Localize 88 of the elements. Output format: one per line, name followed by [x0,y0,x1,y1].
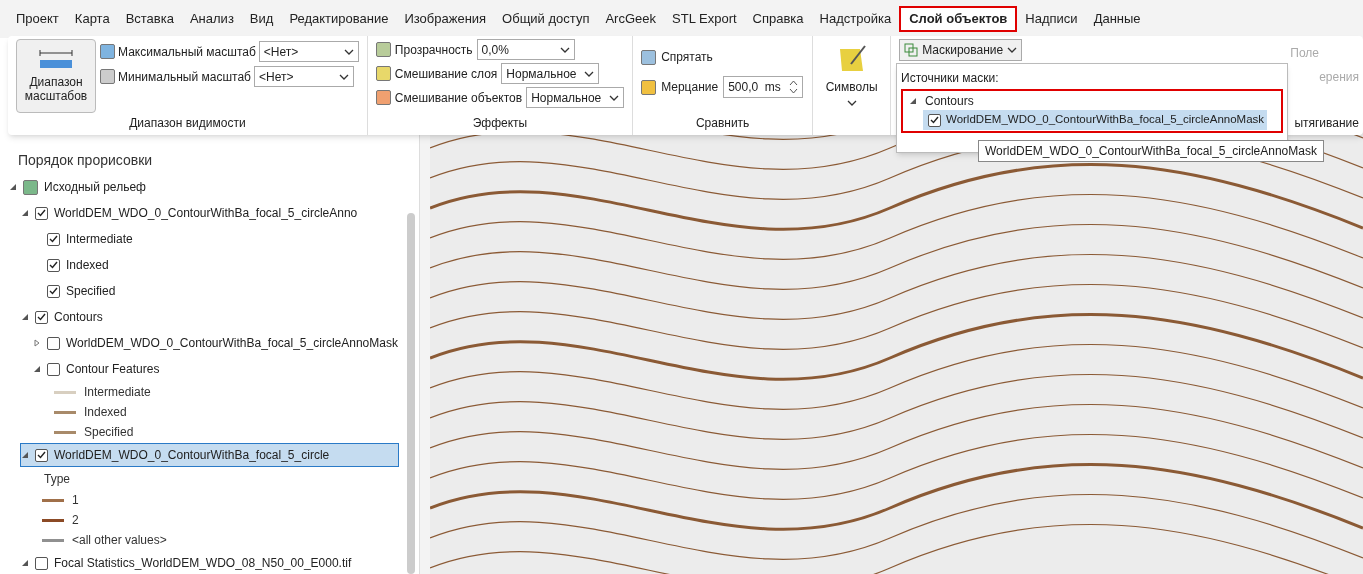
layer-row[interactable]: Исходный рельеф [8,175,399,199]
menu-tab[interactable]: ArcGeek [597,6,665,32]
checkbox[interactable] [47,258,60,272]
effect-dropdown[interactable]: 0,0% [476,39,575,60]
legend-label: 2 [72,512,79,529]
caret-icon [559,46,570,53]
checkbox[interactable] [35,556,48,570]
scrollbar[interactable] [407,213,415,574]
menu-tab[interactable]: Изображения [396,6,495,32]
caret-icon [1007,47,1018,53]
collapsed-arrow-icon[interactable] [33,339,41,347]
panel-title: Порядок прорисовки [18,150,153,170]
symbols-button[interactable]: Символы [813,36,892,135]
caret-icon [609,94,620,101]
checkbox[interactable] [928,113,941,127]
group-label: Диапазон видимости [129,115,246,132]
checkbox[interactable] [47,284,60,298]
menu-tab[interactable]: STL Export [664,6,745,32]
field-label: Смешивание слоя [394,65,498,83]
legend-label: Intermediate [84,384,151,401]
expanded-arrow-icon[interactable] [33,365,41,373]
checkbox[interactable] [47,232,60,246]
effect-dropdown[interactable]: Нормальное [526,87,625,108]
menu-tab[interactable]: Справка [744,6,812,32]
hide-button[interactable]: Спрятать [641,48,805,66]
caret-icon [343,48,354,55]
flicker-spinbox[interactable]: 500,0 ms [723,76,803,98]
expanded-arrow-icon[interactable] [909,97,917,105]
legend-label: Indexed [84,404,127,421]
checkbox[interactable] [35,206,48,220]
masking-icon [904,43,919,57]
layer-row[interactable]: WorldDEM_WDO_0_ContourWithBa_focal_5_circleAnno [20,201,399,225]
caret-icon [846,100,857,106]
menu-tab[interactable]: Вид [241,6,282,32]
caret-icon [338,73,349,80]
legend-label: Specified [84,424,134,441]
effect-dropdown[interactable]: Нормальное [501,63,600,84]
mask-source-item[interactable]: WorldDEM_WDO_0_ContourWithBa_focal_5_circleAnnoMask [923,110,1268,130]
menu-tab[interactable]: Надписи [1017,6,1086,32]
expanded-arrow-icon[interactable] [21,209,29,217]
menu-tab[interactable]: Общий доступ [494,6,598,32]
menu-tab[interactable]: Карта [66,6,118,32]
menu-tab[interactable]: Редактирование [281,6,397,32]
expanded-arrow-icon[interactable] [21,451,29,459]
layer-row[interactable]: Focal Statistics_WorldDEM_WDO_08_N50_00_E000.tif [20,551,399,574]
checkbox[interactable] [47,362,60,376]
menu-tab[interactable]: Надстройка [811,6,900,32]
spin-arrows-icon[interactable] [788,79,798,95]
legend-label: <all other values> [72,532,167,549]
menu-tab[interactable]: Проект [8,6,67,32]
checkbox[interactable] [35,310,48,324]
field-label: Прозрачность [394,41,473,59]
group-label: Эффекты [472,115,528,132]
layer-row[interactable]: Specified [32,279,399,303]
legend-heading: Type [44,471,70,488]
scale-dropdown[interactable]: <Нет> [253,66,354,87]
field-label: Смешивание объектов [394,89,523,107]
group-label: Сравнить [695,115,750,132]
field-label: Минимальный масштаб [118,68,251,86]
legend-label: 1 [72,492,79,509]
checkbox[interactable] [47,336,60,350]
caret-icon [584,70,595,77]
dropdown-header: Источники маски: [901,70,1000,87]
expanded-arrow-icon[interactable] [9,183,17,191]
masking-button[interactable]: Маскирование [899,39,1023,61]
checkbox[interactable] [35,448,48,462]
layer-row[interactable]: Contour Features [32,357,399,381]
layer-row[interactable]: Indexed [32,253,399,277]
menu-tab[interactable]: Анализ [181,6,242,32]
layer-row[interactable]: WorldDEM_WDO_0_ContourWithBa_focal_5_circle [20,443,399,467]
layer-row[interactable]: Contours [20,305,399,329]
group-label: ытягивание [1294,115,1359,132]
scale-dropdown[interactable]: <Нет> [258,41,359,62]
layer-row[interactable]: Intermediate [32,227,399,251]
scale-range-icon [38,49,74,71]
tooltip: WorldDEM_WDO_0_ContourWithBa_focal_5_circleAnnoMask [978,140,1324,162]
field-label: ерения [1319,69,1359,86]
expanded-arrow-icon[interactable] [21,559,29,567]
layer-row[interactable]: WorldDEM_WDO_0_ContourWithBa_focal_5_circleAnnoMask [32,331,407,355]
scale-range-button[interactable]: Диапазон масштабов [16,39,96,113]
tree-label: Contours [925,93,974,110]
expanded-arrow-icon[interactable] [21,313,29,321]
field-label: Поле [1290,45,1319,62]
menu-tab[interactable]: Вставка [117,6,182,32]
field-label: Мерцание [661,79,719,96]
menu-tab[interactable]: Данные [1085,6,1149,32]
field-label: Максимальный масштаб [118,43,256,61]
menu-tab[interactable]: Слой объектов [899,6,1018,32]
